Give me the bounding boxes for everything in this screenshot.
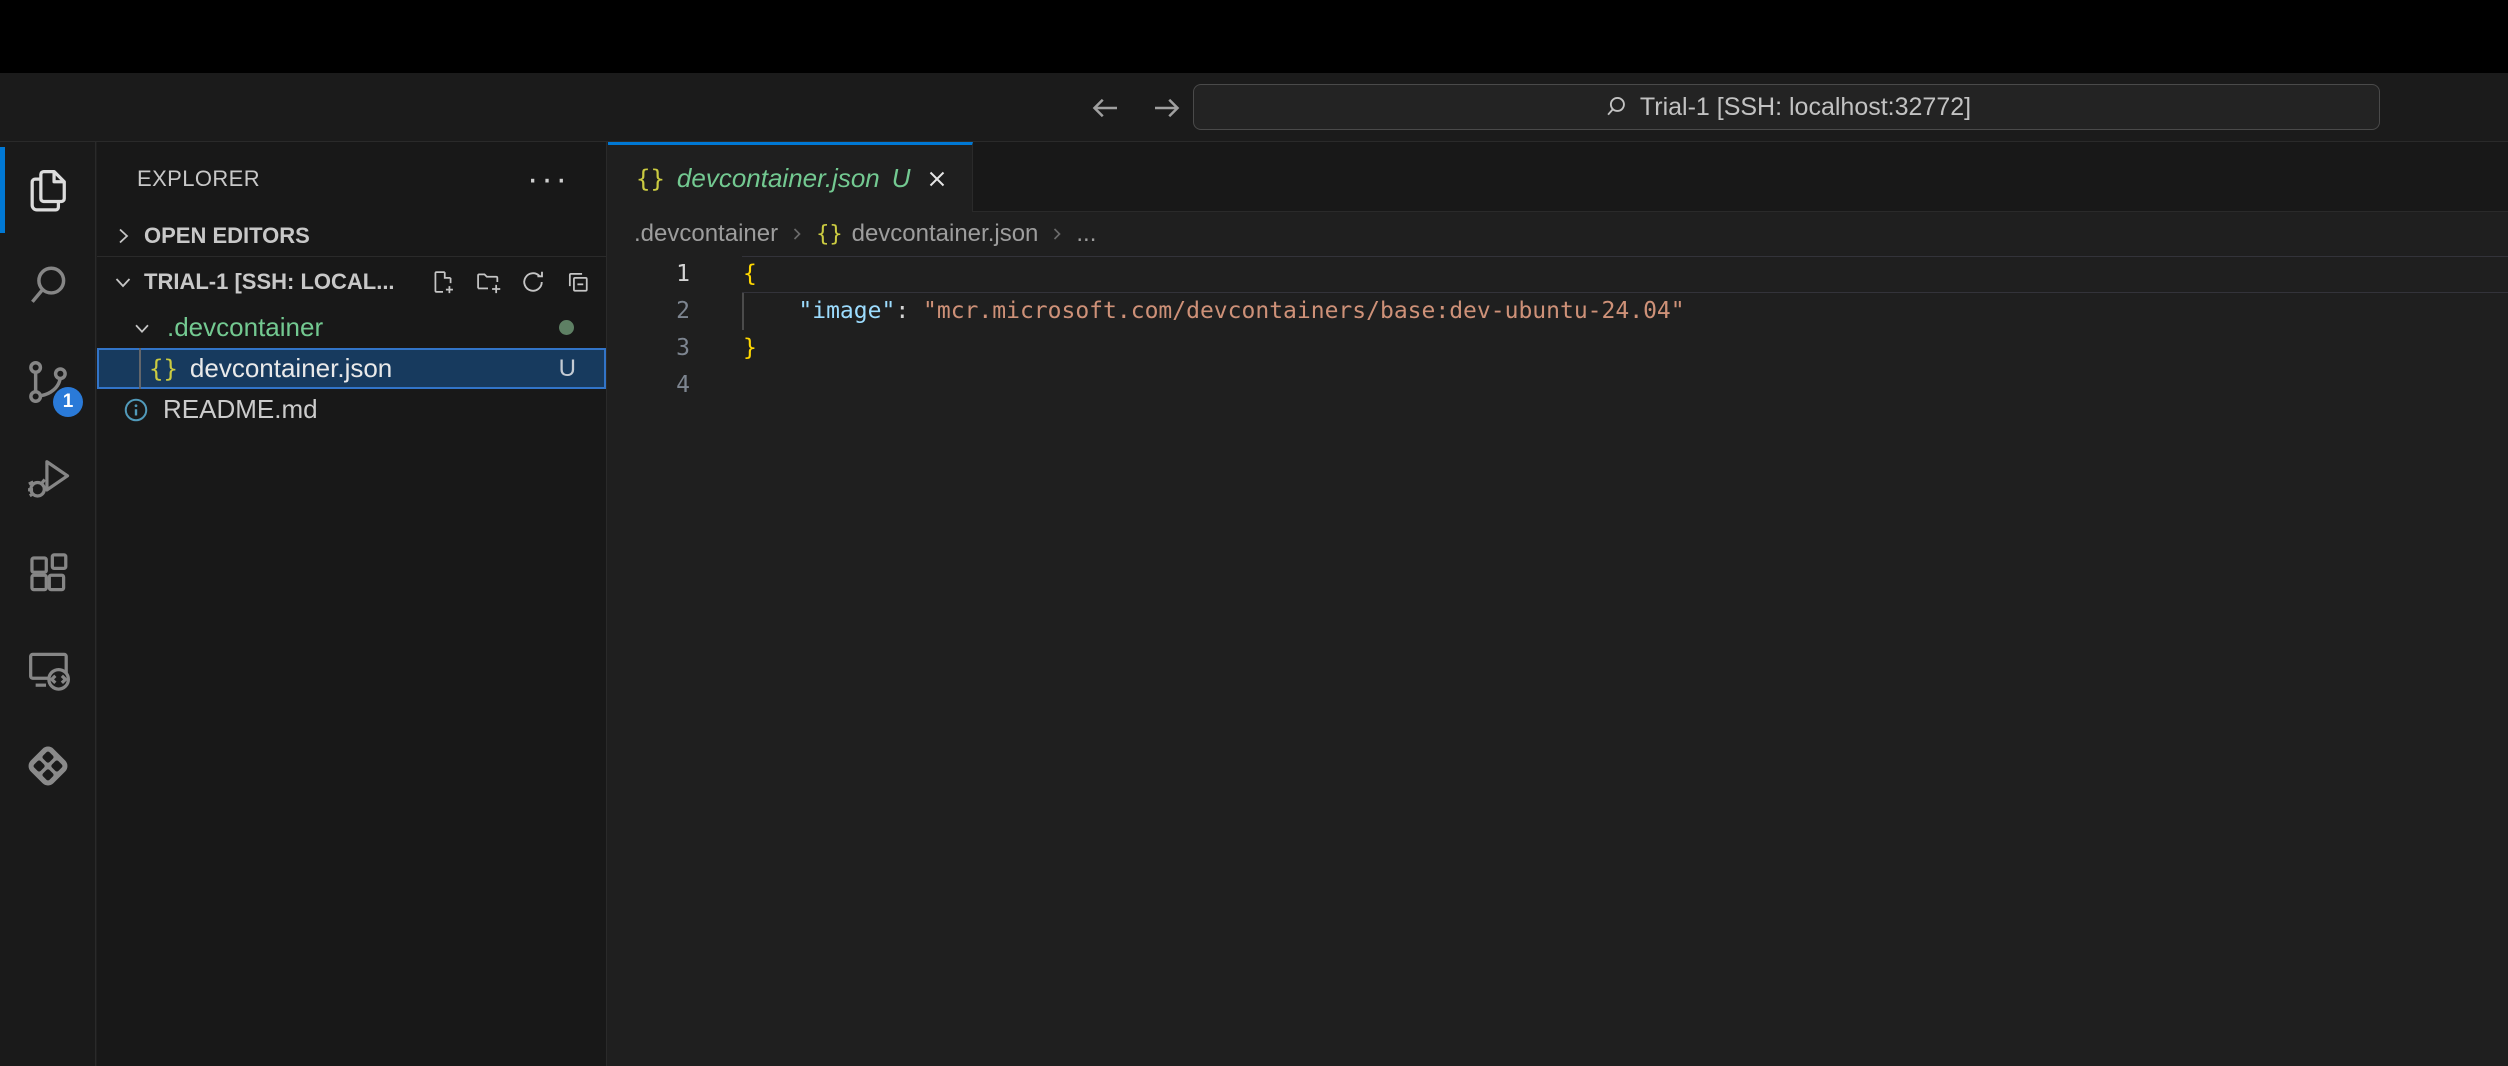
search-icon <box>1602 93 1630 121</box>
forward-arrow-button[interactable] <box>1148 89 1186 127</box>
sidebar-title: EXPLORER <box>137 166 260 192</box>
more-actions-button[interactable]: ··· <box>527 169 570 189</box>
chevron-down-icon <box>131 317 153 339</box>
open-editors-section[interactable]: OPEN EDITORS <box>97 215 606 257</box>
breadcrumbs: .devcontainer {} devcontainer.json ... <box>608 212 2508 256</box>
tab-untracked-badge: U <box>892 163 911 194</box>
activity-tunnel-extension-button[interactable] <box>0 718 96 814</box>
tree-row-readme[interactable]: README.md <box>97 389 606 430</box>
line-number: 4 <box>608 367 690 404</box>
code-line-2[interactable]: 2 "image": "mcr.microsoft.com/devcontaine… <box>608 293 2508 330</box>
json-file-icon: {} <box>636 165 665 193</box>
file-tree: .devcontainer {} devcontainer.json U REA… <box>97 307 606 430</box>
command-center[interactable]: Trial-1 [SSH: localhost:32772] <box>1193 84 2380 130</box>
workspace-section[interactable]: TRIAL-1 [SSH: LOCAL... <box>97 257 606 307</box>
breadcrumb-symbol[interactable]: ... <box>1076 220 1096 248</box>
workbench: 1 <box>0 142 2508 1066</box>
activity-extensions-button[interactable] <box>0 526 96 622</box>
activity-remote-explorer-button[interactable] <box>0 622 96 718</box>
indent-guide <box>139 348 141 389</box>
json-file-icon: {} <box>149 355 178 383</box>
json-file-icon: {} <box>816 222 843 247</box>
activity-run-debug-button[interactable] <box>0 430 96 526</box>
activity-bar: 1 <box>0 142 96 1066</box>
close-icon <box>924 166 950 192</box>
code-editor[interactable]: 1 { 2 "image": "mcr.microsoft.com/devcont… <box>608 256 2508 404</box>
collapse-all-button[interactable] <box>564 268 592 296</box>
code-token: "image" <box>798 298 895 324</box>
command-center-text: Trial-1 [SSH: localhost:32772] <box>1640 93 1971 122</box>
code-token: "mcr.microsoft.com/devcontainers/base:de… <box>923 298 1685 324</box>
breadcrumb-folder[interactable]: .devcontainer <box>634 220 778 248</box>
code-line-1[interactable]: 1 { <box>608 256 2508 293</box>
tab-close-button[interactable] <box>922 164 952 194</box>
chevron-down-icon <box>111 270 135 294</box>
titlebar: Trial-1 [SSH: localhost:32772] <box>0 73 2508 142</box>
breadcrumb-separator-icon <box>787 224 807 244</box>
tab-strip: {} devcontainer.json U <box>608 142 2508 212</box>
back-arrow-button[interactable] <box>1086 89 1124 127</box>
code-token: } <box>743 335 757 361</box>
readme-file-name: README.md <box>163 394 318 425</box>
open-editors-label: OPEN EDITORS <box>144 223 310 249</box>
files-icon <box>22 164 74 216</box>
remote-explorer-icon <box>22 644 74 696</box>
modified-dot-icon <box>559 320 574 335</box>
top-black-strip <box>0 0 2508 73</box>
editor-group: {} devcontainer.json U .devcontainer {} … <box>608 142 2508 1066</box>
line-number: 2 <box>608 293 690 330</box>
new-file-button[interactable] <box>429 268 457 296</box>
workspace-actions <box>429 268 606 296</box>
code-line-4[interactable]: 4 <box>608 367 2508 404</box>
line-number: 3 <box>608 330 690 367</box>
workspace-label: TRIAL-1 [SSH: LOCAL... <box>144 269 395 295</box>
chevron-right-icon <box>111 224 135 248</box>
selected-file-name: devcontainer.json <box>190 353 392 384</box>
run-debug-icon <box>22 452 74 504</box>
activity-source-control-button[interactable]: 1 <box>0 334 96 430</box>
info-file-icon <box>121 395 151 425</box>
sidebar-title-row: EXPLORER ··· <box>97 142 606 215</box>
diamond-extension-icon <box>22 740 74 792</box>
source-control-badge: 1 <box>53 387 83 417</box>
tree-row-devcontainer-json[interactable]: {} devcontainer.json U <box>97 348 606 389</box>
line-number: 1 <box>608 256 690 293</box>
code-token: { <box>743 261 757 287</box>
code-line-3[interactable]: 3 } <box>608 330 2508 367</box>
breadcrumb-separator-icon <box>1047 224 1067 244</box>
search-icon <box>22 260 74 312</box>
breadcrumb-file[interactable]: devcontainer.json <box>852 220 1039 248</box>
folder-name: .devcontainer <box>167 312 323 343</box>
explorer-sidebar: EXPLORER ··· OPEN EDITORS TRIAL-1 [SSH: … <box>97 142 607 1066</box>
activity-explorer-button[interactable] <box>0 142 96 238</box>
refresh-button[interactable] <box>519 268 547 296</box>
new-folder-button[interactable] <box>474 268 502 296</box>
arrow-right-icon <box>1149 90 1185 126</box>
extensions-icon <box>22 548 74 600</box>
git-untracked-badge: U <box>559 355 606 383</box>
code-token: : <box>895 298 909 324</box>
arrow-left-icon <box>1087 90 1123 126</box>
tab-label: devcontainer.json <box>677 163 880 194</box>
tab-devcontainer-json[interactable]: {} devcontainer.json U <box>608 142 973 212</box>
tree-row-devcontainer-folder[interactable]: .devcontainer <box>97 307 606 348</box>
activity-search-button[interactable] <box>0 238 96 334</box>
